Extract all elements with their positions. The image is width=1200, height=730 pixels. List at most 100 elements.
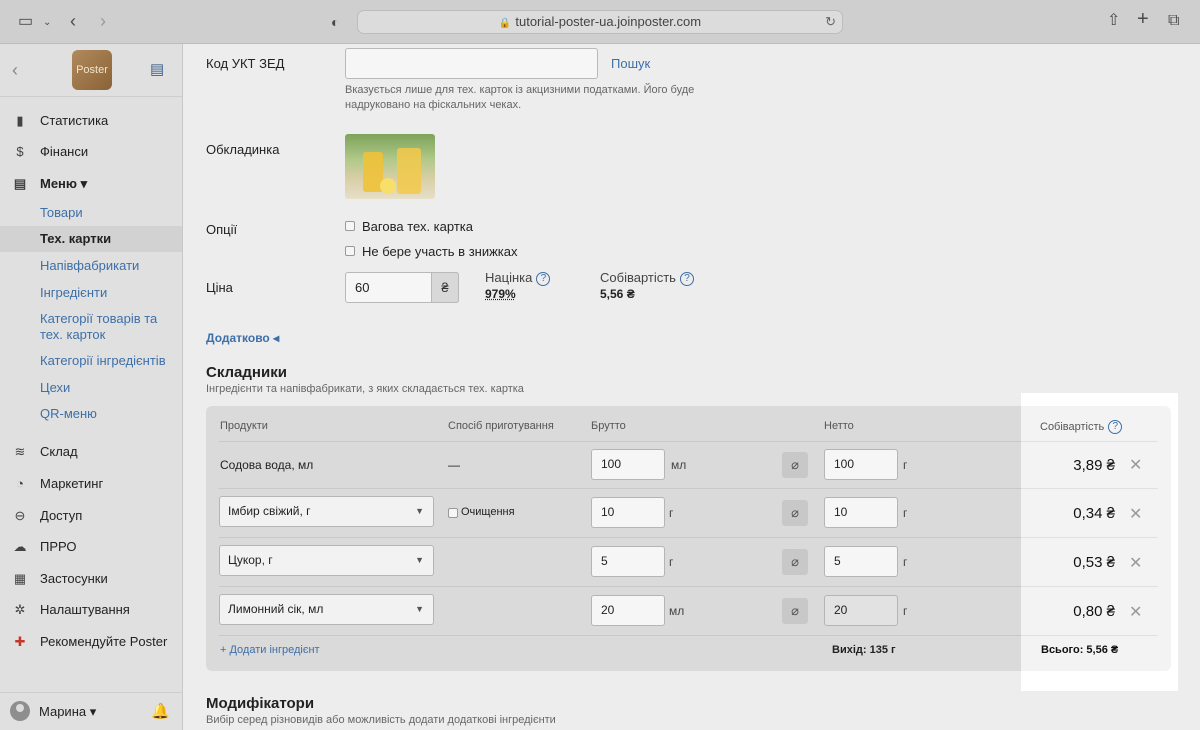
new-tab-icon[interactable]: + xyxy=(1137,9,1149,29)
cost-label: Собівартість? xyxy=(600,270,694,286)
row3-gross-input[interactable]: 5 xyxy=(591,546,665,577)
header-method: Спосіб приготування xyxy=(448,420,554,432)
menu-item-ingredients[interactable]: Інгредієнти xyxy=(0,285,182,301)
row2-gross-input[interactable]: 10 xyxy=(591,497,665,528)
row1-gross-input[interactable]: 100 xyxy=(591,449,665,480)
row-divider xyxy=(219,537,1159,538)
modifiers-subtitle: Вибір серед різновидів або можливість до… xyxy=(206,714,556,726)
weight-option-label: Вагова тех. картка xyxy=(362,219,473,234)
row-divider xyxy=(1021,537,1158,538)
shield-icon[interactable]: ◐ xyxy=(331,14,339,30)
row-divider xyxy=(219,441,1159,442)
url-text: tutorial-poster-ua.joinposter.com xyxy=(515,14,702,29)
cost-column: Собівартість? 3,89 ₴ ✕ 0,34 ₴ ✕ 0,53 ₴ ✕… xyxy=(1021,406,1171,671)
cost-value: 5,56 ₴ xyxy=(600,287,635,301)
nav-menu[interactable]: ▤ Меню ▾ xyxy=(0,171,182,197)
nav-marketing[interactable]: ◔ Маркетинг xyxy=(0,471,182,497)
row3-product-select[interactable]: Цукор, г ▼ xyxy=(219,545,434,576)
lemon-slice-shape xyxy=(380,178,396,194)
reload-icon[interactable]: ↻ xyxy=(825,11,836,33)
row1-gross-unit: мл xyxy=(671,458,687,472)
price-input[interactable]: 60 ₴ xyxy=(345,272,459,303)
menu-item-tech-cards[interactable]: Тех. картки xyxy=(0,226,182,252)
row1-net-input[interactable]: 100 xyxy=(824,449,898,480)
tabs-overview-icon[interactable]: ⧉ xyxy=(1168,13,1179,29)
row4-net-input[interactable]: 20 xyxy=(824,595,898,626)
nav-warehouse[interactable]: ≋ Склад xyxy=(0,439,182,465)
layers-icon: ≋ xyxy=(14,444,26,459)
chevron-down-icon: ▼ xyxy=(415,555,424,565)
paperclip-icon[interactable]: ⌀ xyxy=(782,500,808,526)
additional-toggle[interactable]: Додатково ◂ xyxy=(206,331,279,345)
menu-item-semi-finished[interactable]: Напівфабрикати xyxy=(0,258,182,274)
nav-prro[interactable]: ☁ ПРРО xyxy=(0,534,182,560)
cost-total: Всього: 5,56 ₴ xyxy=(1041,644,1119,656)
row-divider xyxy=(1021,488,1158,489)
row3-remove-icon[interactable]: ✕ xyxy=(1129,553,1142,573)
help-icon[interactable]: ? xyxy=(679,271,694,286)
menu-item-products[interactable]: Товари xyxy=(0,205,182,221)
nav-access[interactable]: ⊖ Доступ xyxy=(0,503,182,529)
user-menu[interactable]: Марина ▾ xyxy=(39,704,96,720)
avatar[interactable] xyxy=(10,701,30,721)
row2-cleaning-checkbox[interactable] xyxy=(448,508,458,518)
row-divider xyxy=(1021,586,1158,587)
row2-cost: 0,34 ₴ xyxy=(1073,505,1115,522)
menu-item-product-categories[interactable]: Категорії товарів та тех. карток xyxy=(0,311,170,343)
drink-jar-shape xyxy=(397,148,421,194)
row1-net-unit: г xyxy=(903,458,908,472)
row-divider xyxy=(219,635,1159,636)
help-icon[interactable]: ? xyxy=(536,271,551,286)
nav-finance[interactable]: $ Фінанси xyxy=(0,139,182,165)
share-icon[interactable]: ⇧ xyxy=(1107,13,1120,29)
add-ingredient-link[interactable]: + Додати інгредієнт xyxy=(220,644,320,656)
uktzed-hint-line-1: Вказується лише для тех. карток із акциз… xyxy=(345,84,695,96)
collapse-sidebar-icon[interactable]: ‹ xyxy=(12,60,18,81)
menu-item-qr-menu[interactable]: QR-меню xyxy=(0,406,182,422)
markup-label: Націнка? xyxy=(485,270,551,286)
paperclip-icon[interactable]: ⌀ xyxy=(782,452,808,478)
header-gross: Брутто xyxy=(591,420,626,432)
yield-value: Вихід: 135 г xyxy=(832,644,896,656)
pos-terminal-icon[interactable]: ▤ xyxy=(150,60,164,78)
address-bar[interactable]: 🔒 tutorial-poster-ua.joinposter.com ↻ xyxy=(357,10,843,34)
row2-remove-icon[interactable]: ✕ xyxy=(1129,504,1142,524)
row2-product-select[interactable]: Імбир свіжий, г ▼ xyxy=(219,496,434,527)
nav-apps[interactable]: ▦ Застосунки xyxy=(0,566,182,592)
row4-remove-icon[interactable]: ✕ xyxy=(1129,602,1142,622)
paperclip-icon[interactable]: ⌀ xyxy=(782,598,808,624)
nav-settings[interactable]: ✲ Налаштування xyxy=(0,597,182,623)
row2-net-input[interactable]: 10 xyxy=(824,497,898,528)
menu-item-workshops[interactable]: Цехи xyxy=(0,380,182,396)
row1-method: — xyxy=(448,458,460,472)
help-icon[interactable]: ? xyxy=(1108,420,1123,434)
bell-icon[interactable]: 🔔 xyxy=(151,702,170,720)
back-icon[interactable]: ‹ xyxy=(70,12,76,30)
weight-checkbox[interactable] xyxy=(345,221,355,231)
nav-recommend[interactable]: ✚ Рекомендуйте Poster xyxy=(0,629,182,655)
row2-net-unit: г xyxy=(903,506,908,520)
chevron-down-icon[interactable]: ⌄ xyxy=(43,15,51,31)
row1-remove-icon[interactable]: ✕ xyxy=(1129,455,1142,475)
row3-gross-unit: г xyxy=(669,555,674,569)
uktzed-input[interactable] xyxy=(345,48,598,79)
row4-product-select[interactable]: Лимонний сік, мл ▼ xyxy=(219,594,434,625)
markup-value: 979% xyxy=(485,287,516,301)
nav-statistics[interactable]: ▮ Статистика xyxy=(0,108,182,134)
row4-gross-input[interactable]: 20 xyxy=(591,595,665,626)
header-cost: Собівартість? xyxy=(1040,420,1123,434)
row1-product: Содова вода, мл xyxy=(220,458,314,472)
cover-label: Обкладинка xyxy=(206,142,280,157)
forward-icon[interactable]: › xyxy=(100,12,106,30)
dollar-icon: $ xyxy=(16,144,24,159)
sidebar-toggle-icon[interactable]: ▭ xyxy=(18,14,33,30)
cover-image[interactable] xyxy=(345,134,435,199)
menu-item-ingredient-categories[interactable]: Категорії інгредієнтів xyxy=(0,353,182,369)
paperclip-icon[interactable]: ⌀ xyxy=(782,549,808,575)
discount-checkbox[interactable] xyxy=(345,246,355,256)
search-link[interactable]: Пошук xyxy=(611,56,650,71)
poster-logo[interactable]: Poster xyxy=(72,50,112,90)
browser-toolbar: ▭ ⌄ ‹ › ◐ 🔒 tutorial-poster-ua.joinposter… xyxy=(0,0,1200,44)
row3-net-unit: г xyxy=(903,555,908,569)
row3-net-input[interactable]: 5 xyxy=(824,546,898,577)
